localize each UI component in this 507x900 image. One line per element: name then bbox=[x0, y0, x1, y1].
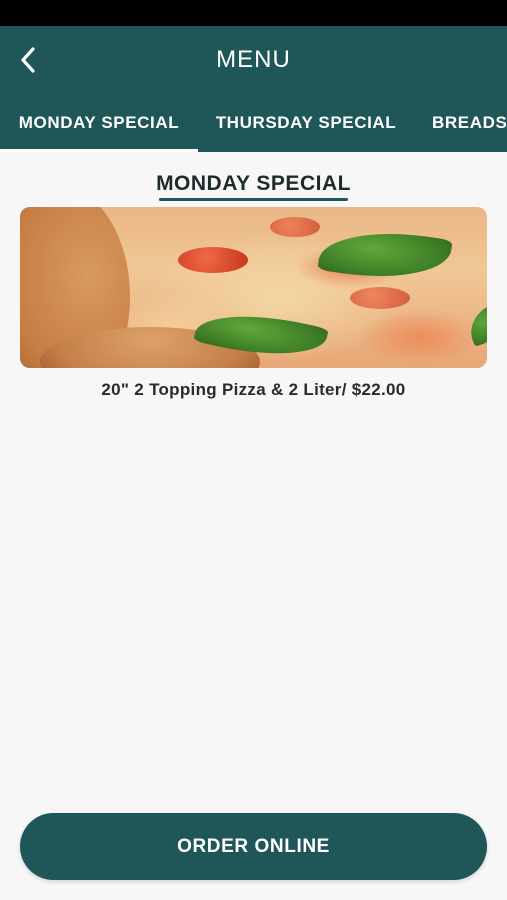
tab-thursday-special[interactable]: THURSDAY SPECIAL bbox=[198, 104, 414, 152]
tomato-slice bbox=[350, 287, 410, 309]
tomato-slice bbox=[270, 217, 320, 237]
status-bar bbox=[0, 0, 507, 26]
special-caption: 20" 2 Topping Pizza & 2 Liter/ $22.00 bbox=[101, 380, 406, 399]
section-title: MONDAY SPECIAL bbox=[156, 172, 351, 195]
app-bar: MENU MONDAY SPECIAL THURSDAY SPECIAL BRE… bbox=[0, 26, 507, 152]
tab-monday-special[interactable]: MONDAY SPECIAL bbox=[0, 104, 198, 152]
tab-breadsticks[interactable]: BREADSTICKS bbox=[432, 104, 507, 152]
title-underline bbox=[159, 198, 348, 201]
active-tab-indicator bbox=[0, 149, 198, 152]
order-online-button[interactable]: ORDER ONLINE bbox=[20, 813, 487, 880]
basil-leaf bbox=[463, 301, 487, 347]
basil-leaf bbox=[317, 222, 453, 288]
tab-bar: MONDAY SPECIAL THURSDAY SPECIAL BREADSTI… bbox=[0, 104, 507, 152]
page-title: MENU bbox=[216, 46, 291, 73]
tomato-slice bbox=[178, 247, 248, 273]
pizza-image bbox=[20, 207, 487, 368]
